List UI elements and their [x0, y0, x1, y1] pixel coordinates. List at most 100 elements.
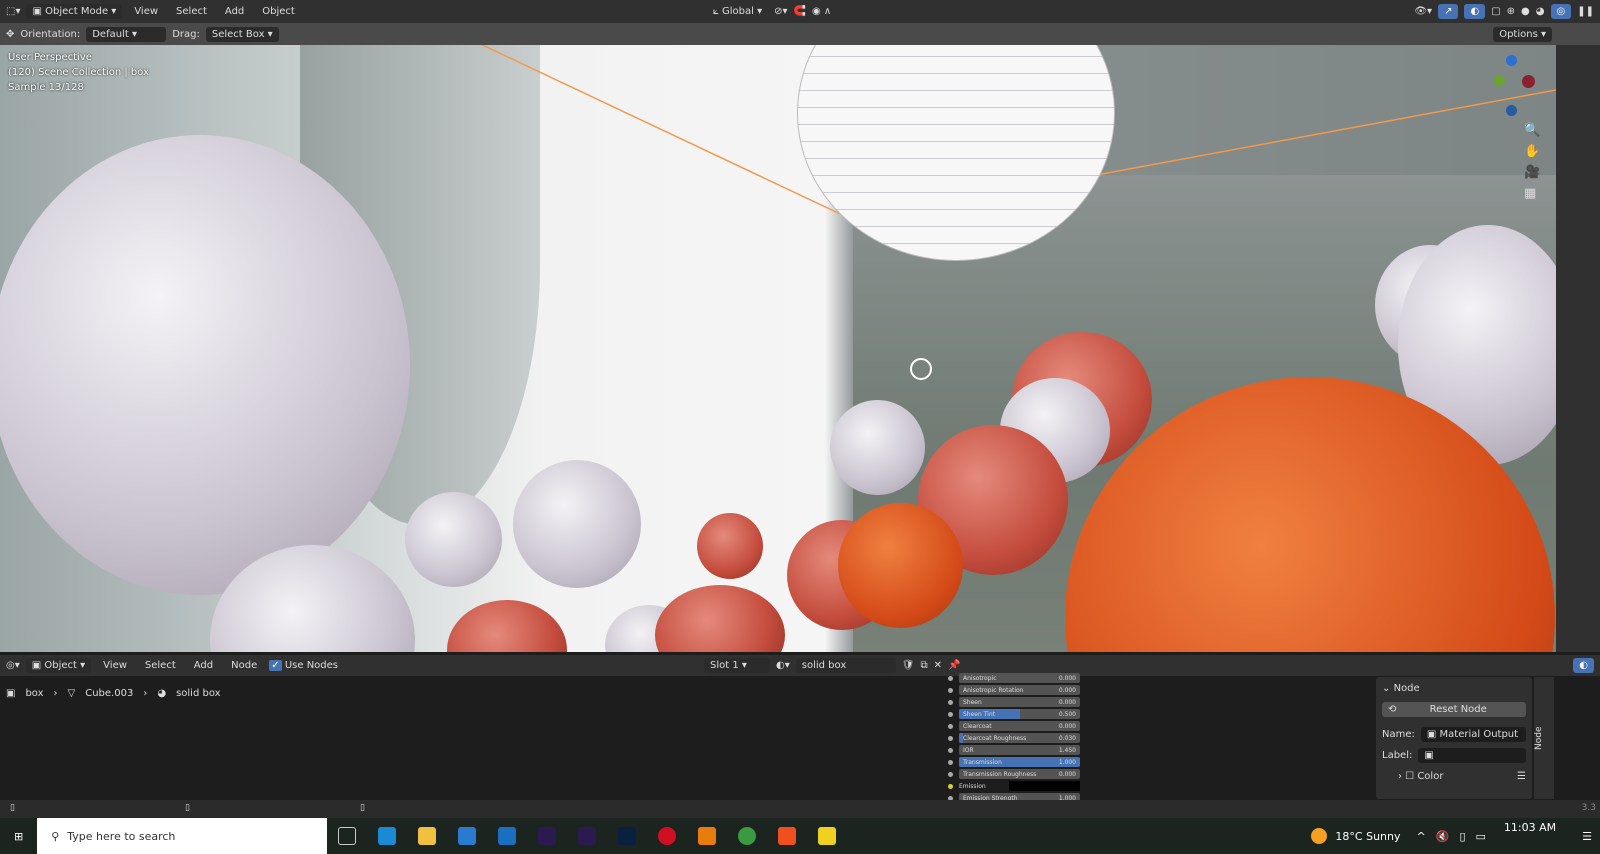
principled-bsdf-node[interactable]: Anisotropic 0.000 Anisotropic Rotation 0.00…: [948, 672, 1080, 804]
menu-select[interactable]: Select: [170, 4, 213, 19]
shading-rendered[interactable]: ◎: [1550, 4, 1572, 19]
sidebar-tab-node[interactable]: Node: [1534, 677, 1554, 799]
input-socket[interactable]: [948, 723, 953, 729]
pause-icon[interactable]: ❚❚: [1577, 6, 1594, 17]
menu-add[interactable]: Add: [219, 4, 250, 19]
tray-chevron-icon[interactable]: ^: [1417, 830, 1426, 843]
snap-icon[interactable]: 🧲: [794, 6, 806, 17]
node-input-field[interactable]: Transmission 1.000: [959, 757, 1080, 767]
slot-dropdown[interactable]: Slot 1 ▾: [704, 658, 770, 673]
camera-icon[interactable]: 🎥: [1524, 165, 1540, 180]
input-socket[interactable]: [948, 675, 953, 681]
xray-icon[interactable]: ▢: [1491, 6, 1500, 17]
hand-pan-icon[interactable]: ✋: [1524, 144, 1540, 159]
overlay-toggle[interactable]: ◐: [1573, 658, 1594, 673]
options-button[interactable]: Options ▾: [1493, 26, 1552, 42]
node-input-field[interactable]: IOR 1.450: [959, 745, 1080, 755]
node-menu-select[interactable]: Select: [139, 658, 182, 673]
duplicate-icon[interactable]: ⧉: [920, 660, 927, 671]
orientation-dropdown[interactable]: Default ▾: [86, 26, 167, 42]
reset-node-button[interactable]: ⟲ Reset Node: [1382, 702, 1526, 717]
sticky-notes-icon[interactable]: [818, 827, 837, 845]
shader-type-dropdown[interactable]: ▣ Object ▾: [25, 658, 92, 673]
windows-start-icon[interactable]: ⊞: [14, 830, 23, 843]
mode-dropdown[interactable]: ▣ Object Mode ▾: [26, 4, 123, 19]
navigation-gizmo[interactable]: [1484, 53, 1544, 116]
emission-color-swatch[interactable]: [1009, 781, 1080, 791]
material-browse-icon[interactable]: ◐▾: [776, 660, 790, 671]
zoom-icon[interactable]: 🔍: [1524, 123, 1540, 138]
proportional-edit-icon[interactable]: ◉ ∧: [812, 6, 831, 17]
viewport-sidebar-tabs[interactable]: [1556, 45, 1600, 652]
node-input-field[interactable]: Transmission Roughness 0.000: [959, 769, 1080, 779]
input-socket[interactable]: [948, 699, 953, 705]
input-socket[interactable]: [948, 771, 953, 777]
blender-icon[interactable]: [698, 827, 717, 845]
grid-ortho-icon[interactable]: ▦: [1524, 186, 1540, 201]
menu-view[interactable]: View: [128, 4, 164, 19]
neg-z-axis-icon[interactable]: [1506, 105, 1517, 116]
network-icon[interactable]: ▭: [1476, 830, 1486, 843]
chrome-icon[interactable]: [738, 827, 757, 845]
brave-icon[interactable]: [778, 827, 797, 845]
after-effects-icon[interactable]: [538, 827, 557, 845]
pin-icon[interactable]: 📌: [948, 660, 960, 671]
weather-text[interactable]: 18°C Sunny: [1335, 830, 1400, 843]
use-nodes-checkbox[interactable]: ✓ Use Nodes: [269, 660, 338, 671]
input-socket[interactable]: [948, 747, 953, 753]
node-editor-canvas[interactable]: [0, 676, 1556, 800]
color-section[interactable]: › ☐ Color ☰: [1382, 771, 1526, 782]
shading-material[interactable]: ◕: [1536, 6, 1545, 17]
input-socket[interactable]: [948, 711, 953, 717]
node-input-field[interactable]: Sheen 0.000: [959, 697, 1080, 707]
material-name-field[interactable]: solid box: [795, 658, 896, 673]
node-input-field[interactable]: Clearcoat 0.000: [959, 721, 1080, 731]
node-input-field[interactable]: Sheen Tint 0.500: [959, 709, 1080, 719]
taskbar-search[interactable]: ⚲ Type here to search: [37, 818, 328, 854]
battery-icon[interactable]: ▯: [1459, 830, 1465, 843]
3d-viewport[interactable]: User Perspective (120) Scene Collection …: [0, 45, 1556, 652]
overlay-toggle[interactable]: ◐: [1464, 4, 1486, 19]
unlink-icon[interactable]: ✕: [934, 660, 942, 671]
node-input-field[interactable]: Clearcoat Roughness 0.030: [959, 733, 1080, 743]
node-input-field[interactable]: Anisotropic Rotation 0.000: [959, 685, 1080, 695]
gizmo-toggle[interactable]: ↗: [1438, 4, 1459, 19]
file-explorer-icon[interactable]: [418, 827, 437, 845]
task-view-icon[interactable]: [338, 827, 357, 845]
node-name-field[interactable]: ▣ Material Output: [1420, 727, 1526, 742]
node-menu-node[interactable]: Node: [225, 658, 263, 673]
node-label-field[interactable]: ▣: [1418, 748, 1526, 763]
shading-wireframe[interactable]: ⊕: [1507, 6, 1515, 17]
edge-icon[interactable]: [378, 827, 397, 845]
node-menu-view[interactable]: View: [97, 658, 133, 673]
y-axis-icon[interactable]: [1494, 75, 1505, 86]
premiere-icon[interactable]: [578, 827, 597, 845]
node-input-field[interactable]: Anisotropic 0.000: [959, 673, 1080, 683]
editor-type-icon[interactable]: ◎▾: [6, 660, 20, 671]
pivot-icon[interactable]: ⊘▾: [774, 6, 787, 17]
node-section-header[interactable]: ⌄ Node: [1382, 683, 1526, 694]
opera-icon[interactable]: [658, 827, 677, 845]
emission-socket[interactable]: [948, 783, 953, 789]
shading-solid[interactable]: ●: [1521, 6, 1530, 17]
volume-icon[interactable]: 🔇: [1436, 830, 1450, 843]
notifications-icon[interactable]: ☰: [1582, 830, 1592, 843]
input-socket[interactable]: [948, 687, 953, 693]
node-menu-add[interactable]: Add: [188, 658, 219, 673]
mail-icon[interactable]: [498, 827, 517, 845]
editor-type-icon[interactable]: ⬚▾: [6, 6, 20, 17]
input-socket[interactable]: [948, 759, 953, 765]
input-socket[interactable]: [948, 735, 953, 741]
3d-cursor[interactable]: [910, 358, 932, 380]
fake-user-icon[interactable]: 🛡: [902, 660, 915, 671]
visibility-icon[interactable]: 👁▾: [1414, 6, 1432, 17]
menu-object[interactable]: Object: [256, 4, 301, 19]
transform-orientation-dropdown[interactable]: ⟀ Global ▾: [707, 4, 768, 19]
drag-dropdown[interactable]: Select Box ▾: [205, 26, 279, 42]
x-axis-icon[interactable]: [1522, 75, 1535, 88]
z-axis-icon[interactable]: [1506, 55, 1517, 66]
list-icon[interactable]: ☰: [1517, 771, 1526, 782]
clock[interactable]: 11:03 AM: [1504, 821, 1556, 834]
store-icon[interactable]: [458, 827, 477, 845]
photoshop-icon[interactable]: [618, 827, 637, 845]
